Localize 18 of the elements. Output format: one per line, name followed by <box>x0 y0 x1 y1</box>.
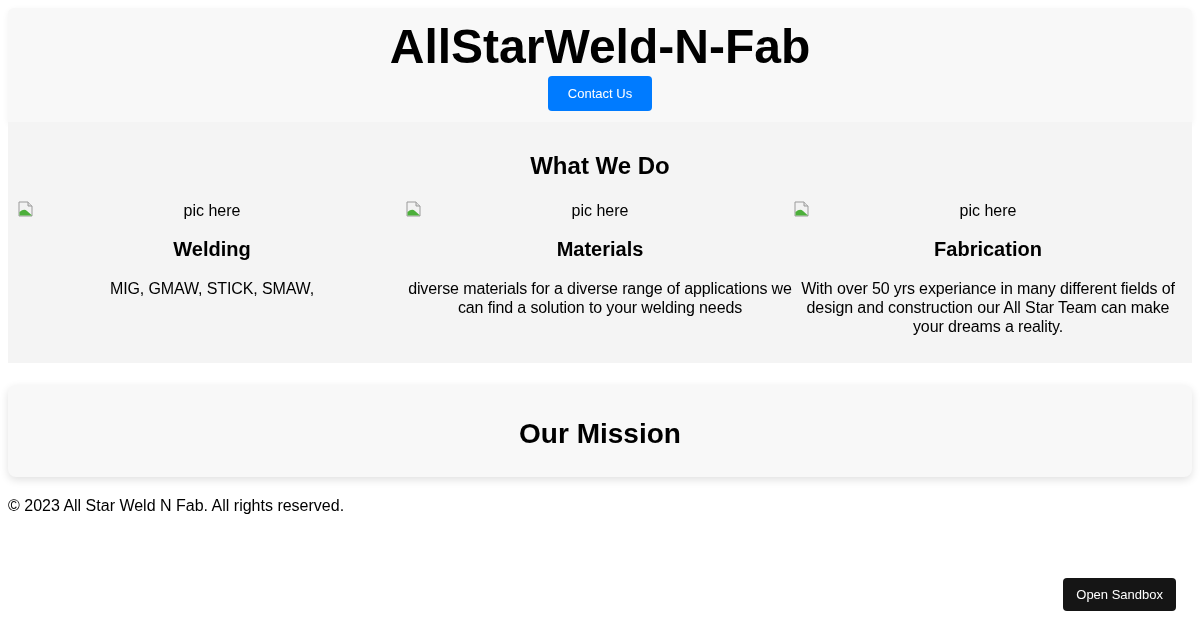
contact-button[interactable]: Contact Us <box>547 76 653 111</box>
image-alt-text: pic here <box>959 201 1017 220</box>
site-title: AllStarWeld-N-Fab <box>389 19 811 75</box>
service-title: Materials <box>555 238 645 261</box>
service-title: Fabrication <box>933 238 1043 261</box>
mission-heading: Our Mission <box>518 418 682 450</box>
broken-image-icon <box>18 201 34 217</box>
broken-image-icon <box>794 201 810 217</box>
copyright-text: © 2023 All Star Weld N Fab. All rights reserved. <box>8 497 345 515</box>
service-description: With over 50 yrs experiance in many different fields of design and construction our All Star Team can make your dreams a reality. <box>800 279 1176 336</box>
section-heading: What We Do <box>529 152 671 180</box>
open-sandbox-button[interactable]: Open Sandbox <box>1063 578 1176 611</box>
service-description: MIG, GMAW, STICK, SMAW, <box>108 279 316 298</box>
image-alt-text: pic here <box>183 201 241 220</box>
image-alt-text: pic here <box>571 201 629 220</box>
service-description: diverse materials for a diverse range of applications we can find a solution to your welding needs <box>407 279 793 317</box>
broken-image-icon <box>406 201 422 217</box>
service-title: Welding <box>172 238 252 261</box>
